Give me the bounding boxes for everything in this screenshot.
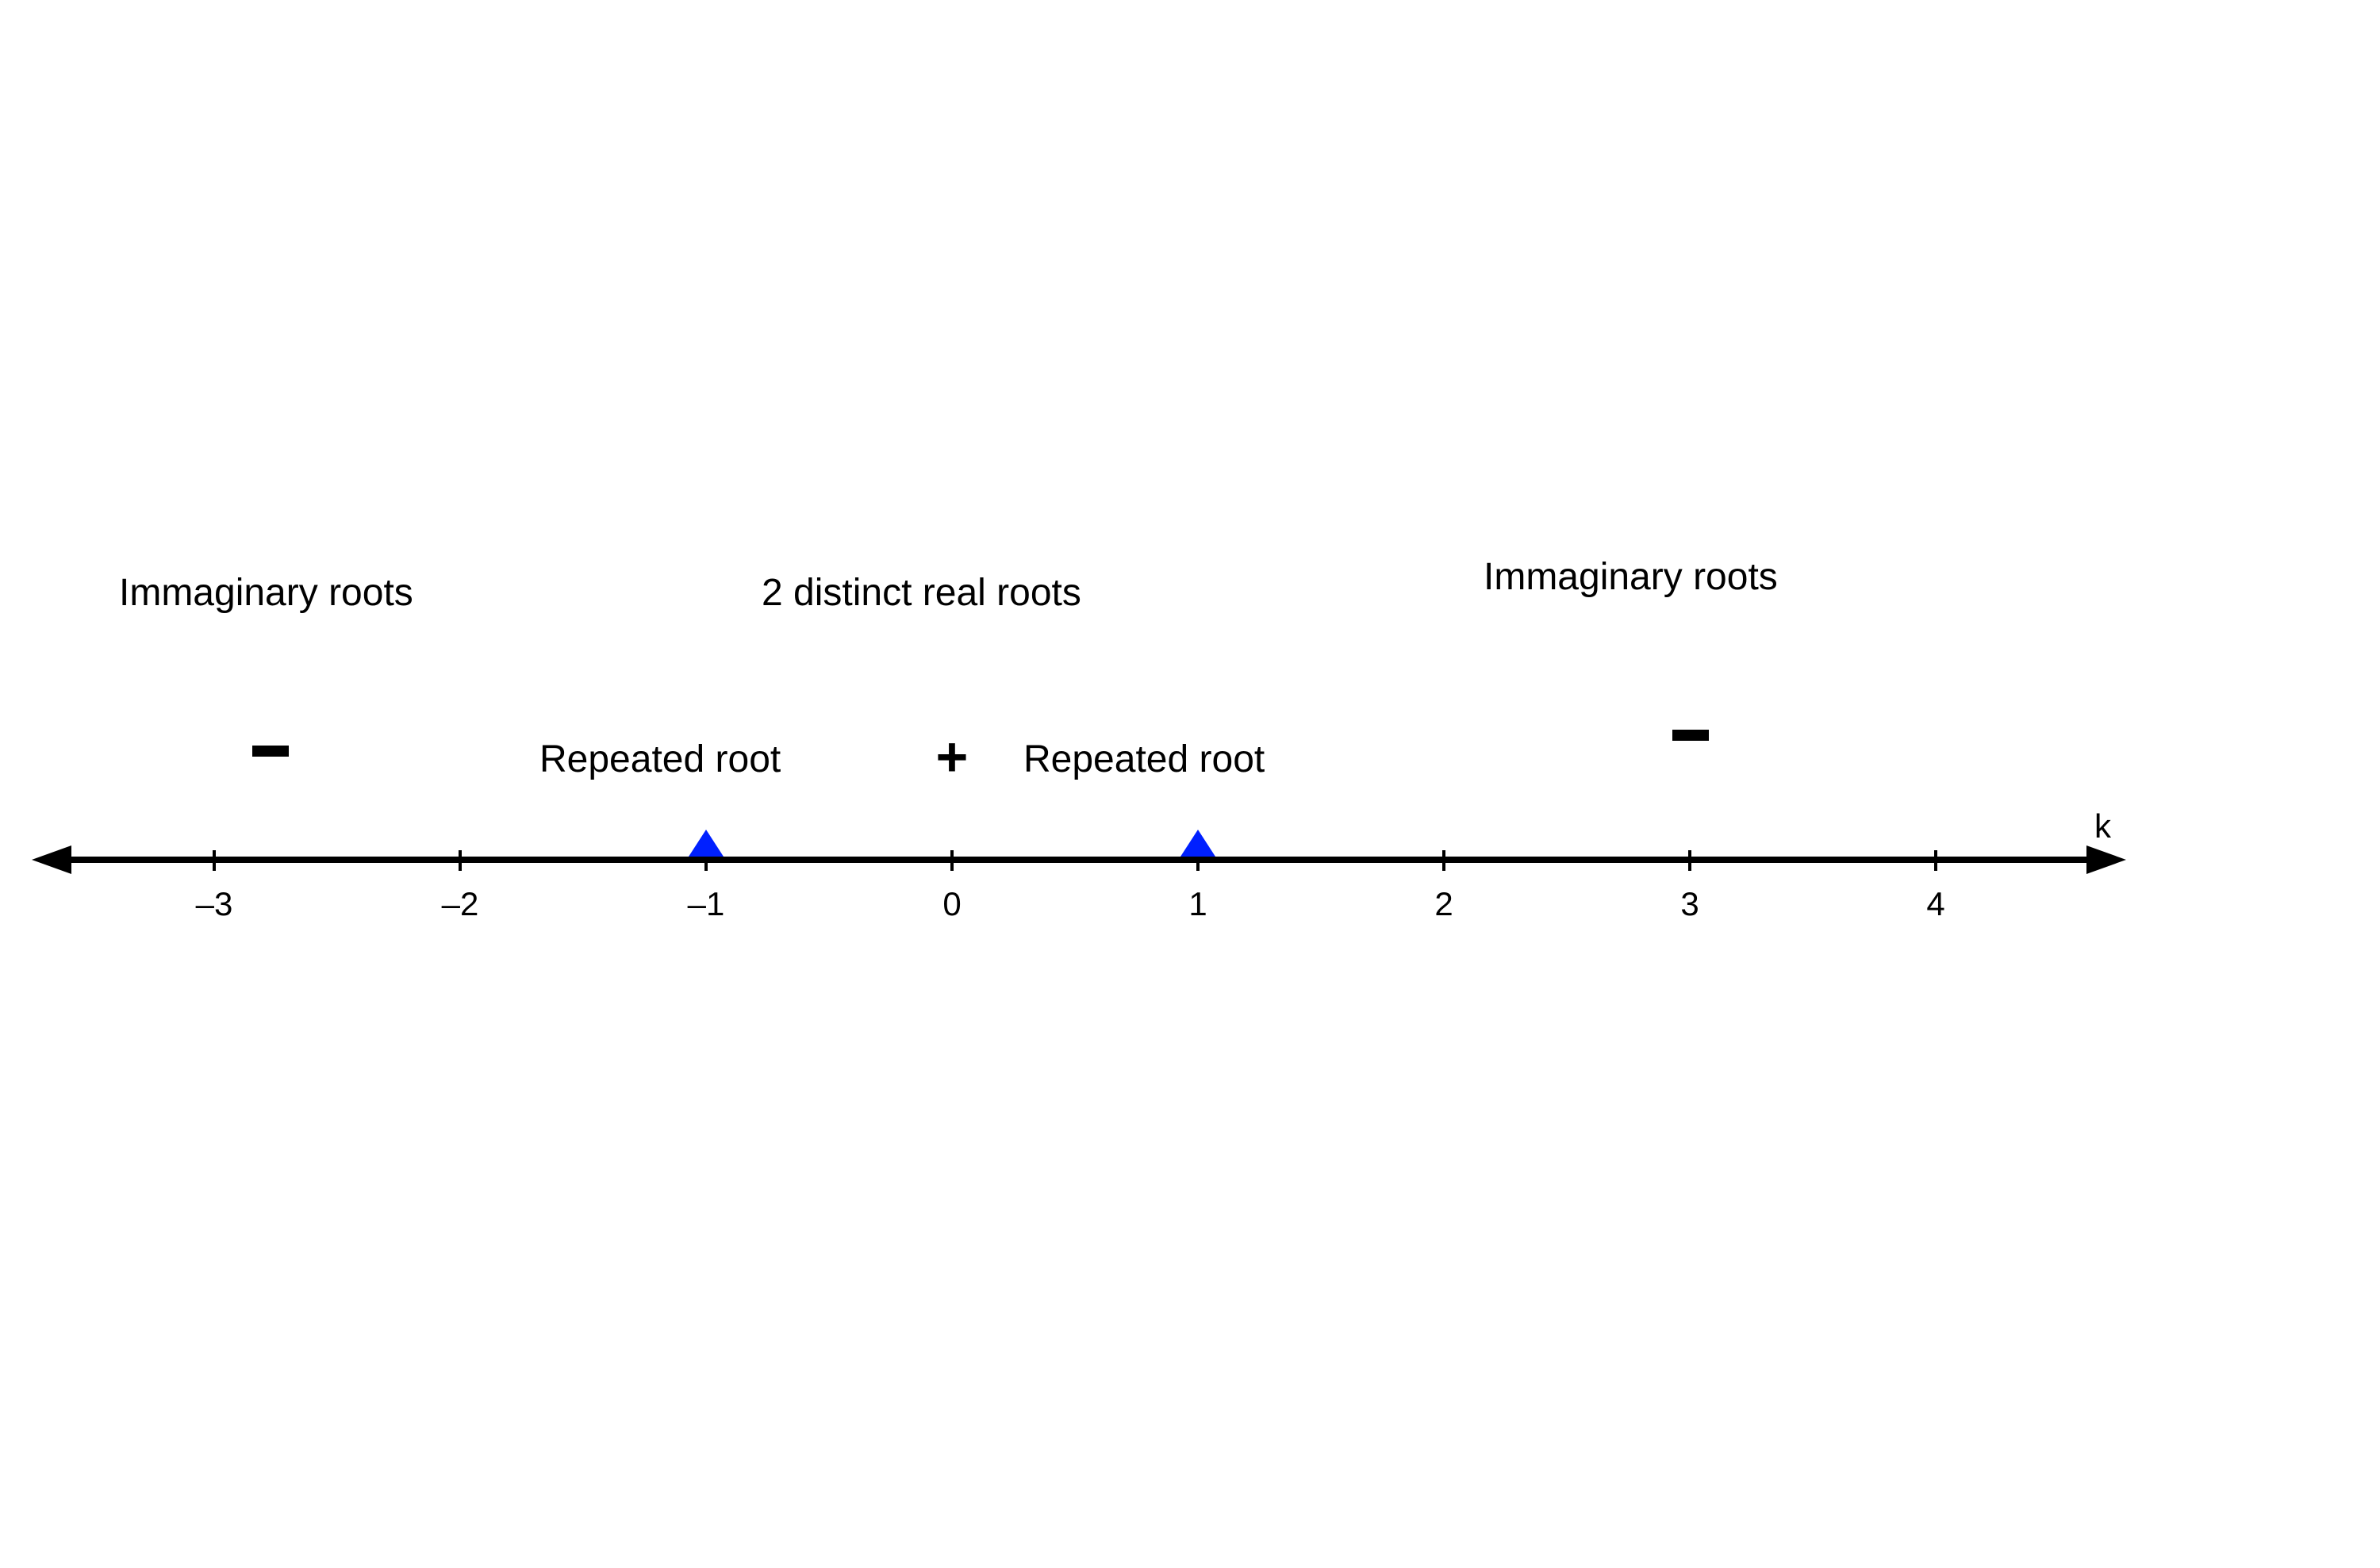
axis-tick-label: –1 bbox=[688, 885, 725, 923]
annotation-imaginary-left: Immaginary roots bbox=[119, 571, 413, 615]
axis-label: k bbox=[2094, 807, 2111, 845]
axis-arrow-right-icon bbox=[2086, 845, 2126, 874]
axis-tick bbox=[1688, 850, 1691, 871]
sign-plus-center-icon: + bbox=[936, 725, 969, 788]
axis-tick bbox=[1442, 850, 1445, 871]
axis-tick bbox=[1934, 850, 1937, 871]
axis-tick-label: 1 bbox=[1188, 885, 1207, 923]
axis-tick-label: –3 bbox=[196, 885, 233, 923]
sign-minus-right-icon bbox=[1672, 730, 1709, 741]
annotation-two-distinct: 2 distinct real roots bbox=[762, 571, 1081, 615]
annotation-repeated-right: Repeated root bbox=[1023, 738, 1265, 781]
axis-arrow-left-icon bbox=[32, 845, 71, 874]
axis-tick bbox=[459, 850, 462, 871]
marker-triangle-icon bbox=[689, 830, 724, 857]
axis-tick-label: 0 bbox=[942, 885, 961, 923]
annotation-imaginary-right: Immaginary roots bbox=[1484, 555, 1778, 599]
axis-tick-label: 4 bbox=[1926, 885, 1944, 923]
axis-tick-label: 3 bbox=[1680, 885, 1699, 923]
axis-line bbox=[63, 857, 2094, 863]
marker-triangle-icon bbox=[1180, 830, 1215, 857]
annotation-repeated-left: Repeated root bbox=[539, 738, 781, 781]
sign-minus-left-icon bbox=[252, 746, 289, 757]
axis-tick-label: 2 bbox=[1434, 885, 1453, 923]
axis-tick bbox=[213, 850, 216, 871]
axis-tick bbox=[950, 850, 954, 871]
axis-tick-label: –2 bbox=[442, 885, 479, 923]
